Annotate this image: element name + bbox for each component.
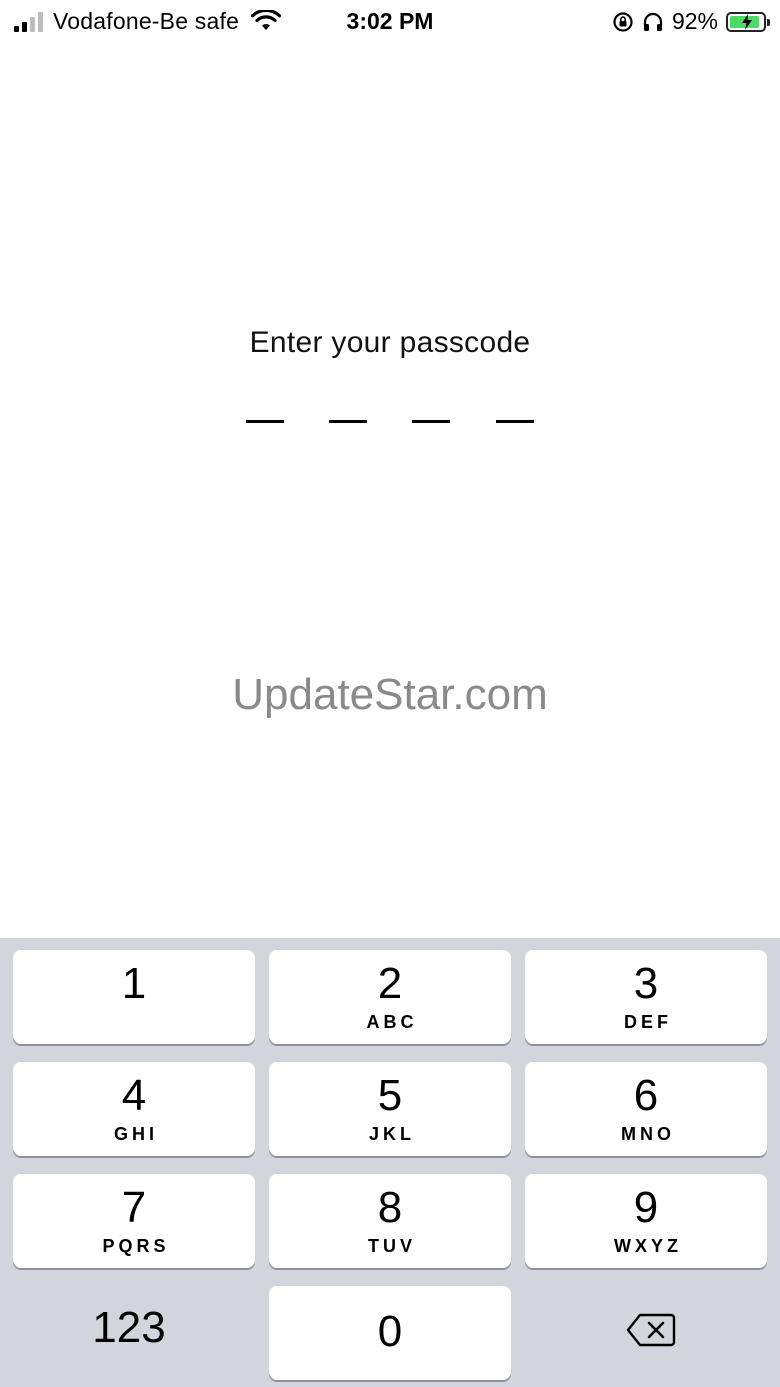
key-5[interactable]: 5 JKL — [269, 1062, 511, 1156]
mode-switch-key[interactable]: 123 — [8, 1284, 250, 1378]
cellular-signal-icon — [14, 11, 43, 32]
passcode-slot-3 — [412, 420, 450, 423]
key-digit: 7 — [121, 1183, 147, 1232]
wifi-icon — [251, 9, 282, 30]
key-2[interactable]: 2 ABC — [269, 950, 511, 1044]
battery-charging-icon — [726, 11, 770, 32]
key-digit: 3 — [633, 959, 659, 1008]
status-bar: Vodafone-Be safe 3:02 PM 92% — [0, 0, 780, 44]
key-6[interactable]: 6 MNO — [525, 1062, 767, 1156]
key-letters: TUV — [368, 1236, 416, 1256]
key-3[interactable]: 3 DEF — [525, 950, 767, 1044]
passcode-slot-1 — [246, 420, 284, 423]
key-digit: 8 — [377, 1183, 403, 1232]
battery-percent: 92% — [671, 8, 718, 34]
key-letters: JKL — [368, 1124, 415, 1144]
key-4[interactable]: 4 GHI — [13, 1062, 255, 1156]
key-letters: ABC — [366, 1012, 418, 1032]
key-digit: 6 — [633, 1071, 659, 1120]
key-digit: 9 — [633, 1183, 659, 1232]
backspace-icon — [626, 1313, 676, 1347]
passcode-slot-2 — [329, 420, 367, 423]
key-digit: 1 — [121, 959, 147, 1008]
passcode-slot-4 — [496, 420, 534, 423]
key-digit: 5 — [377, 1071, 403, 1120]
key-0[interactable]: 0 — [269, 1286, 511, 1380]
key-letters: MNO — [621, 1124, 675, 1144]
status-bar-right: 92% — [612, 8, 770, 35]
key-digit: 4 — [121, 1071, 147, 1120]
headphones-icon — [643, 12, 663, 31]
key-7[interactable]: 7 PQRS — [13, 1174, 255, 1268]
key-letters: PQRS — [102, 1236, 170, 1256]
numeric-keypad: 1 2 ABC 3 DEF 4 GHI 5 JKL 6 MNO 7 PQRS 8… — [0, 938, 780, 1387]
key-letters: GHI — [113, 1124, 158, 1144]
clock: 3:02 PM — [346, 8, 434, 34]
carrier-name: Vodafone-Be safe — [53, 8, 240, 34]
key-letters: WXYZ — [614, 1236, 682, 1256]
key-digit: 0 — [377, 1307, 403, 1356]
key-9[interactable]: 9 WXYZ — [525, 1174, 767, 1268]
mode-switch-label: 123 — [92, 1303, 166, 1352]
passcode-dots — [246, 420, 536, 424]
status-bar-left: Vodafone-Be safe — [14, 8, 282, 35]
key-1[interactable]: 1 — [13, 950, 255, 1044]
delete-key[interactable] — [530, 1284, 772, 1378]
passcode-screen: Vodafone-Be safe 3:02 PM 92% Enter your … — [0, 0, 780, 1387]
key-letters: DEF — [624, 1012, 672, 1032]
key-digit: 2 — [377, 959, 403, 1008]
rotation-lock-icon — [613, 11, 633, 32]
watermark: UpdateStar.com — [232, 670, 548, 719]
passcode-prompt: Enter your passcode — [249, 326, 531, 359]
key-8[interactable]: 8 TUV — [269, 1174, 511, 1268]
